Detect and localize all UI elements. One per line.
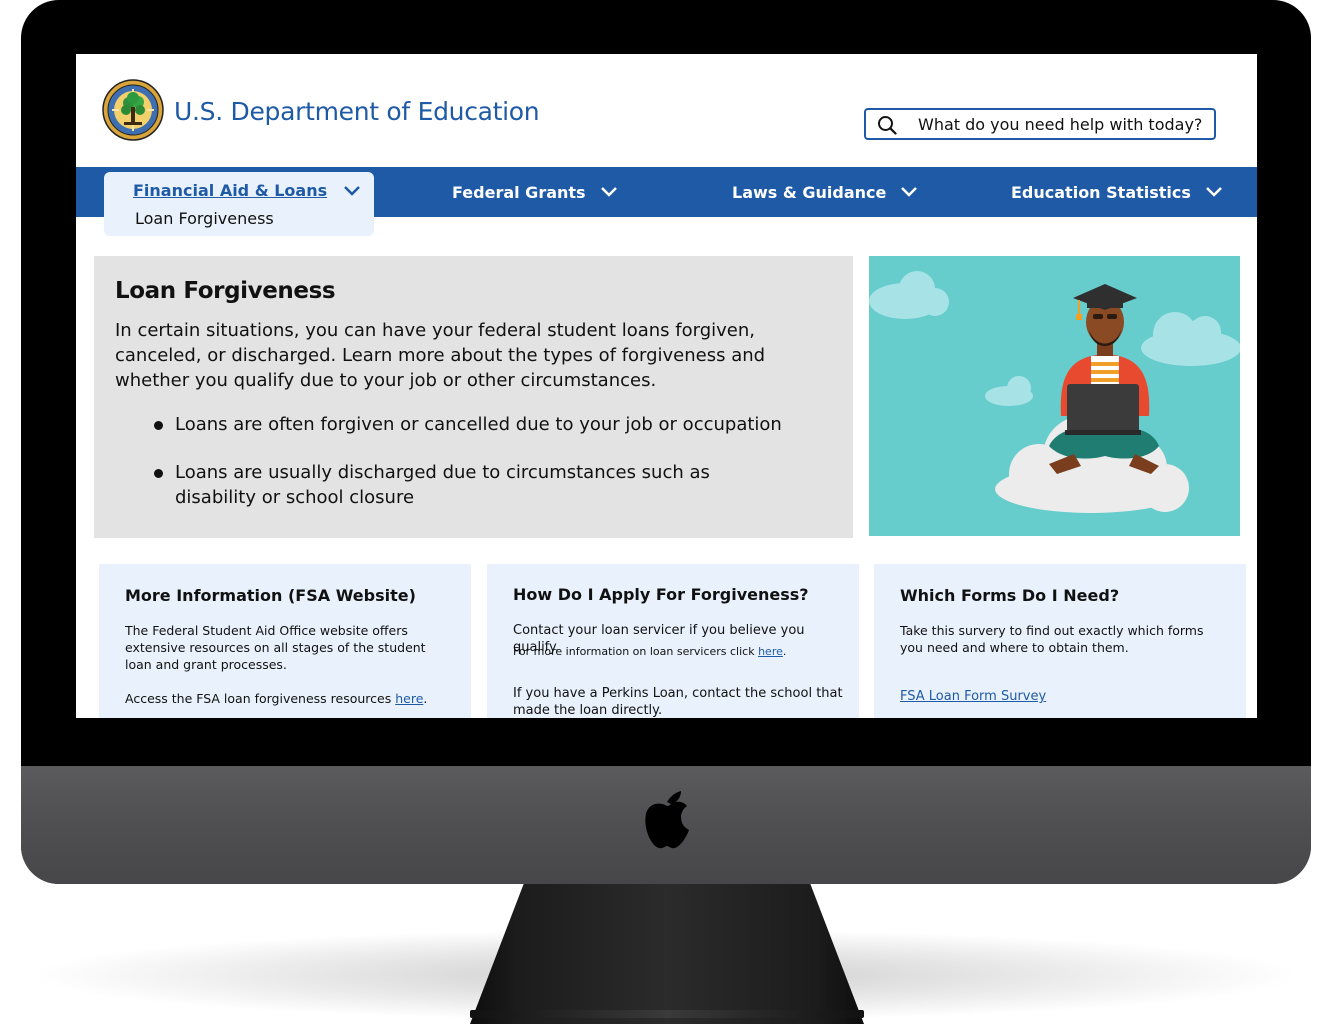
card-body: Take this survery to find out exactly wh… [900, 623, 1204, 655]
card-link-prefix: Access the FSA loan forgiveness resource… [125, 691, 396, 706]
search-box[interactable] [864, 108, 1216, 140]
loan-servicers-link[interactable]: here [758, 645, 783, 658]
browser-viewport: U.S. Department of Education Federal Gra… [76, 54, 1257, 718]
nav-item-financial-aid-loans[interactable]: Financial Aid & Loans [133, 181, 361, 200]
card-link-line: FSA Loan Form Survey [900, 688, 1210, 705]
chevron-down-icon [600, 187, 617, 197]
nav-item-education-statistics[interactable]: Education Statistics [1011, 167, 1223, 217]
site-header: U.S. Department of Education [76, 54, 1257, 167]
bullet-icon [154, 469, 163, 478]
submenu-item-loan-forgiveness[interactable]: Loan Forgiveness [135, 209, 274, 228]
monitor-stand [470, 880, 864, 1024]
card-link-suffix: . [423, 691, 428, 706]
card-body: The Federal Student Aid Office website o… [125, 623, 426, 672]
graduate-laptop-illustration [869, 256, 1240, 536]
nav-item-label: Federal Grants [452, 182, 586, 202]
search-input[interactable] [918, 112, 1208, 136]
nav-item-label: Financial Aid & Loans [133, 181, 328, 200]
card-link-line: Access the FSA loan forgiveness resource… [125, 690, 455, 707]
department-seal-icon[interactable] [102, 79, 164, 141]
apple-logo-icon [645, 791, 689, 849]
search-icon[interactable] [877, 115, 897, 135]
card-body-secondary: If you have a Perkins Loan, contact the … [513, 686, 843, 718]
nav-item-label: Laws & Guidance [732, 182, 887, 202]
info-card-fsa-website: More Information (FSA Website) The Feder… [99, 564, 471, 718]
info-card-apply-forgiveness: How Do I Apply For Forgiveness? Contact … [487, 564, 859, 718]
list-item: Loans are usually discharged due to circ… [134, 460, 794, 510]
chevron-down-icon [344, 185, 361, 196]
hero-bullet-list: Loans are often forgiven or cancelled du… [134, 412, 794, 533]
nav-item-federal-grants[interactable]: Federal Grants [452, 167, 618, 217]
bullet-text: Loans are usually discharged due to circ… [175, 462, 710, 508]
chevron-down-icon [901, 187, 918, 197]
hero-intro: In certain situations, you can have your… [115, 320, 766, 391]
nav-item-label: Education Statistics [1011, 182, 1191, 202]
card-title: More Information (FSA Website) [125, 586, 416, 605]
page-title: Loan Forgiveness [115, 278, 336, 304]
card-small-prefix: For more information on loan servicers c… [513, 645, 759, 658]
bullet-text: Loans are often forgiven or cancelled du… [175, 414, 782, 435]
site-title[interactable]: U.S. Department of Education [174, 97, 540, 126]
fsa-resources-link[interactable]: here [395, 691, 423, 706]
card-title: Which Forms Do I Need? [900, 586, 1120, 605]
monitor-stand-foot [470, 1010, 864, 1018]
bullet-icon [154, 421, 163, 430]
chevron-down-icon [1206, 187, 1222, 197]
info-card-which-forms: Which Forms Do I Need? Take this survery… [874, 564, 1246, 718]
fsa-loan-form-survey-link[interactable]: FSA Loan Form Survey [900, 689, 1046, 704]
card-small-suffix: . [782, 645, 787, 658]
list-item: Loans are often forgiven or cancelled du… [134, 412, 794, 437]
card-small-text: For more information on loan servicers c… [513, 643, 853, 660]
monitor-chin [21, 766, 1311, 884]
card-title: How Do I Apply For Forgiveness? [513, 585, 809, 604]
hero-section: Loan Forgiveness In certain situations, … [94, 256, 853, 538]
nav-item-laws-guidance[interactable]: Laws & Guidance [732, 167, 918, 217]
